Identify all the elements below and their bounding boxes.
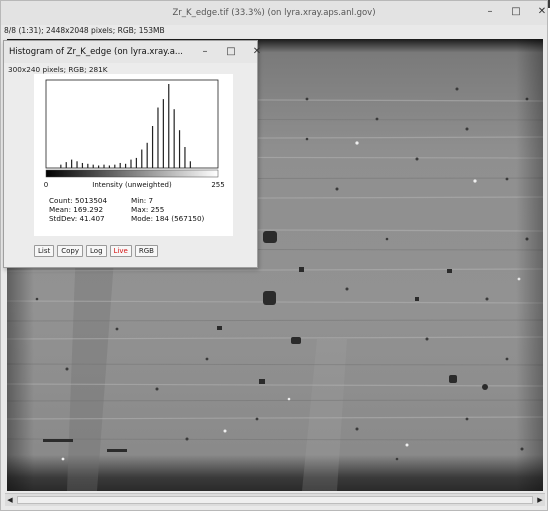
histogram-bar: [108, 165, 110, 168]
histogram-bar: [184, 147, 186, 168]
histogram-bar: [151, 126, 154, 168]
histogram-bar: [141, 149, 143, 168]
stat-count: Count: 5013504: [49, 196, 108, 205]
copy-button[interactable]: Copy: [57, 245, 84, 257]
histogram-bar: [114, 164, 116, 168]
axis-min-label: 0: [44, 181, 48, 189]
histogram-bar: [146, 142, 148, 168]
list-button[interactable]: List: [34, 245, 55, 257]
histogram-bar: [162, 99, 164, 168]
live-button[interactable]: Live: [109, 245, 132, 257]
scroll-track[interactable]: [17, 496, 533, 504]
close-button[interactable]: ✕: [535, 5, 549, 19]
histogram-titlebar[interactable]: Histogram of Zr_K_edge (on lyra.xray.a..…: [4, 41, 261, 63]
histogram-bar: [81, 162, 84, 168]
image-window-titlebar[interactable]: Zr_K_edge.tif (33.3%) (on lyra.xray.aps.…: [1, 1, 547, 25]
scroll-right-icon[interactable]: ▶: [535, 495, 545, 505]
histogram-close-button[interactable]: ✕: [250, 45, 264, 59]
scroll-left-icon[interactable]: ◀: [5, 495, 15, 505]
histogram-bar: [60, 164, 62, 168]
histogram-bar: [103, 164, 105, 168]
histogram-bar: [119, 162, 121, 168]
histogram-bar: [178, 130, 181, 168]
histogram-bar: [98, 165, 100, 168]
maximize-button[interactable]: □: [509, 5, 523, 19]
stat-max: Max: 255: [131, 205, 165, 214]
histogram-bar: [173, 109, 175, 168]
histogram-panel: 0 Intensity (unweighted) 255 Count: 5013…: [34, 74, 233, 236]
histogram-bar: [76, 161, 78, 168]
histogram-bar: [92, 164, 94, 168]
histogram-button-row: List Copy Log Live RGB: [34, 245, 158, 257]
histogram-title: Histogram of Zr_K_edge (on lyra.xray.a..…: [9, 47, 184, 57]
histogram-bar: [87, 163, 89, 168]
histogram-bar: [130, 159, 132, 168]
image-info-bar: 8/8 (1:31); 2448x2048 pixels; RGB; 153MB: [4, 26, 165, 35]
minimize-button[interactable]: –: [483, 5, 497, 19]
stat-mean: Mean: 169.292: [49, 205, 104, 214]
histogram-maximize-button[interactable]: □: [224, 45, 238, 59]
histogram-minimize-button[interactable]: –: [198, 45, 212, 59]
horizontal-scrollbar[interactable]: ◀ ▶: [5, 493, 545, 506]
histogram-bar: [189, 161, 191, 168]
axis-title: Intensity (unweighted): [92, 181, 172, 189]
histogram-window: Histogram of Zr_K_edge (on lyra.xray.a..…: [3, 40, 261, 268]
stat-stddev: StdDev: 41.407: [49, 214, 105, 223]
log-button[interactable]: Log: [86, 245, 107, 257]
histogram-plot-frame: [45, 79, 219, 169]
histogram-bar: [157, 107, 159, 168]
lut-bar: [45, 169, 219, 178]
histogram-bar: [168, 84, 170, 168]
image-window-title: Zr_K_edge.tif (33.3%) (on lyra.xray.aps.…: [172, 8, 376, 18]
histogram-bar: [124, 163, 127, 168]
stat-mode: Mode: 184 (567150): [131, 214, 205, 223]
stat-min: Min: 7: [131, 196, 154, 205]
histogram-chart: 0 Intensity (unweighted) 255: [44, 79, 225, 189]
histogram-bar: [135, 157, 137, 168]
rgb-button[interactable]: RGB: [134, 245, 158, 257]
histogram-bar: [65, 162, 67, 168]
axis-max-label: 255: [211, 181, 224, 189]
histogram-info: 300x240 pixels; RGB; 281K: [8, 65, 108, 74]
histogram-bar: [71, 159, 73, 168]
